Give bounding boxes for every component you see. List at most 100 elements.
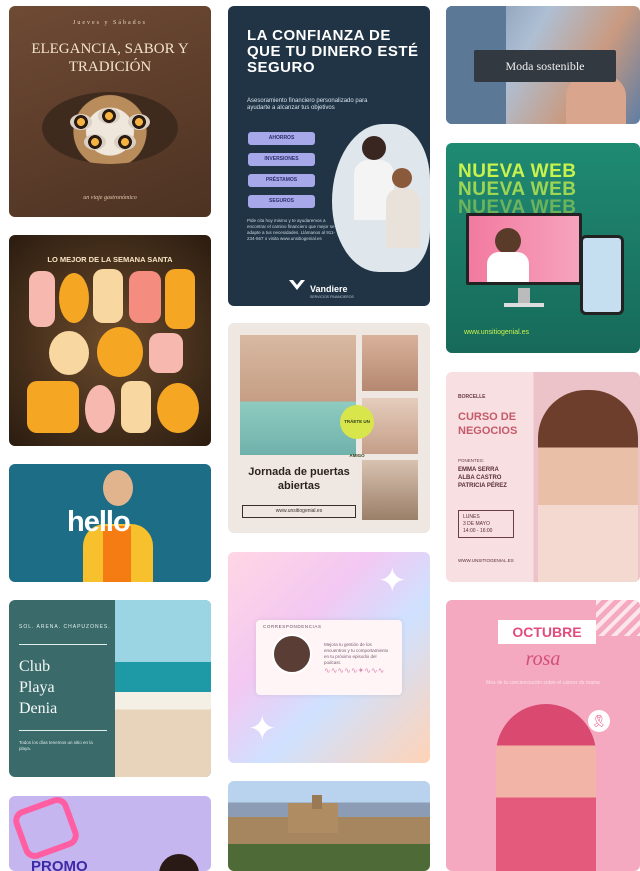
card-url: WWW.UNSITIOGENIAL.ES <box>458 558 514 563</box>
card-subtitle: un viaje gastronómico <box>83 195 137 201</box>
template-card-elegancia[interactable]: Jueves y Sábados ELEGANCIA, SABOR Y TRAD… <box>9 6 211 217</box>
template-card-correspondencias[interactable]: ✦ CORRESPONDENCIAS Mejora tu gestión de … <box>228 552 430 763</box>
interior-photo <box>362 335 418 391</box>
pattern-decoration <box>596 600 640 636</box>
avatar <box>272 634 312 674</box>
promo-badge: TRÁETE UN AMIGO <box>340 405 374 458</box>
letter-shape <box>29 271 55 327</box>
tag-icon <box>9 796 83 863</box>
brand-subtitle: SERVICIOS FINANCIEROS <box>310 295 354 299</box>
card-top-text: SOL. ARENA. CHAPUZONES. <box>19 624 111 630</box>
divider <box>19 644 107 645</box>
speaker-name: ALBA CASTRO <box>458 475 502 481</box>
card-fine-print: Pide cita hoy mismo y te ayudaremos a en… <box>247 218 335 241</box>
title-line: Club <box>19 658 51 675</box>
person-image <box>495 228 521 254</box>
letter-shape <box>85 385 115 433</box>
template-card-octubre-rosa[interactable]: OCTUBRE rosa Mes de la concienciación so… <box>446 600 640 871</box>
card-headline: LA CONFIANZA DE QUE TU DINERO ESTÉ SEGUR… <box>247 27 419 76</box>
card-title: ELEGANCIA, SABOR Y TRADICIÓN <box>31 41 189 75</box>
cactus-photo <box>362 460 418 520</box>
letter-shape <box>93 269 123 323</box>
service-pill: SEGUROS <box>248 195 315 208</box>
card-top-text: Jueves y Sábados <box>73 20 147 26</box>
hand-image <box>566 76 626 124</box>
date-month: 3 DE MAYO <box>463 521 490 527</box>
card-lead-text: Asesoramiento financiero personalizado p… <box>247 98 368 111</box>
person-image <box>362 136 386 160</box>
scallop-image <box>84 134 106 150</box>
food-photo <box>42 92 178 164</box>
title-line: Playa <box>19 679 55 696</box>
template-card-moda[interactable]: Moda sostenible <box>446 6 640 124</box>
speakers-label: PONENTES: <box>458 458 485 463</box>
person-image <box>159 854 199 871</box>
vandiere-logo-icon <box>288 278 306 296</box>
pool-photo <box>240 335 356 455</box>
service-pill: PRÉSTAMOS <box>248 174 315 187</box>
woman-photo <box>496 704 596 871</box>
letter-shape <box>49 331 89 375</box>
service-pill: AHORROS <box>248 132 315 145</box>
card-headline: PROMO <box>31 858 88 871</box>
template-card-nueva-web[interactable]: NUEVA WEB NUEVA WEB NUEVA WEB www.unsiti… <box>446 143 640 353</box>
service-pill: INVERSIONES <box>248 153 315 166</box>
template-card-jornada[interactable]: TRÁETE UN AMIGO Jornada de puertas abier… <box>228 323 430 533</box>
audio-wave-icon: ∿∿∿∿∿✦∿∿∿ <box>324 666 385 675</box>
card-text: Todos los días tenemos un sitio en la pl… <box>19 740 93 751</box>
template-card-club-playa[interactable]: SOL. ARENA. CHAPUZONES. Club Playa Denia… <box>9 600 211 777</box>
card-text: Mes de la concienciación sobre el cáncer… <box>486 680 600 686</box>
card-caption: CORRESPONDENCIAS <box>263 624 322 629</box>
template-card-curso-negocios[interactable]: BORCELLE CURSO DE NEGOCIOS PONENTES: EMM… <box>446 372 640 582</box>
scallop-image <box>98 108 120 124</box>
template-card-semana-santa[interactable]: LO MEJOR DE LA SEMANA SANTA <box>9 235 211 446</box>
letter-shape <box>97 327 143 377</box>
person-head <box>103 470 133 506</box>
monitor-stand <box>518 288 530 304</box>
brand-name: BORCELLE <box>458 394 486 400</box>
ribbon-icon: 🎗 <box>588 710 610 732</box>
letter-shape <box>59 273 89 323</box>
monitor-image <box>466 213 582 285</box>
phone-image <box>580 235 624 315</box>
person-image <box>487 252 529 282</box>
monitor-base <box>504 303 544 307</box>
brand-name: Vandiere <box>310 284 348 294</box>
date-time: 14:00 - 16:00 <box>463 528 493 534</box>
letter-shape <box>165 269 195 329</box>
scallop-image <box>70 114 92 130</box>
template-card-promo[interactable]: PROMO <box>9 796 211 871</box>
card-url: www.unsitiogenial.es <box>242 505 356 518</box>
template-card-finanzas[interactable]: LA CONFIANZA DE QUE TU DINERO ESTÉ SEGUR… <box>228 6 430 306</box>
card-text: Mejora tu gestión de los encuentros y tu… <box>324 642 389 665</box>
card-headline: CURSO DE NEGOCIOS <box>458 411 518 437</box>
card-script-title: rosa <box>525 648 561 670</box>
person-image <box>392 168 412 188</box>
card-headline: LO MEJOR DE LA SEMANA SANTA <box>47 255 173 264</box>
beach-photo <box>115 600 211 777</box>
card-url: www.unsitiogenial.es <box>464 329 529 336</box>
divider <box>19 730 107 731</box>
template-card-alhambra[interactable] <box>228 781 430 871</box>
title-line: Denia <box>19 700 58 717</box>
sparkle-icon: ✦ <box>378 562 407 600</box>
card-banner: OCTUBRE <box>498 620 596 644</box>
tower-image <box>312 795 322 809</box>
date-day: LUNES <box>463 514 480 520</box>
sparkle-icon: ✦ <box>248 710 277 748</box>
card-headline: Jornada de puertas abiertas <box>248 466 350 492</box>
card-headline: hello <box>67 506 131 538</box>
card-label: Moda sostenible <box>474 50 616 82</box>
speaker-names: EMMA SERRA ALBA CASTRO PATRICIA PÉREZ <box>458 466 507 490</box>
content-panel: CORRESPONDENCIAS Mejora tu gestión de lo… <box>256 620 402 695</box>
template-card-hello[interactable]: hello <box>9 464 211 582</box>
letter-shape <box>149 333 183 373</box>
card-headline: Club Playa Denia <box>19 656 57 719</box>
speaker-name: EMMA SERRA <box>458 467 499 473</box>
date-box: LUNES 3 DE MAYO 14:00 - 16:00 <box>458 510 514 538</box>
speaker-name: PATRICIA PÉREZ <box>458 483 507 489</box>
woman-photo <box>538 390 638 582</box>
scallop-image <box>128 114 150 130</box>
letter-shape <box>129 271 161 323</box>
scallop-image <box>114 134 136 150</box>
